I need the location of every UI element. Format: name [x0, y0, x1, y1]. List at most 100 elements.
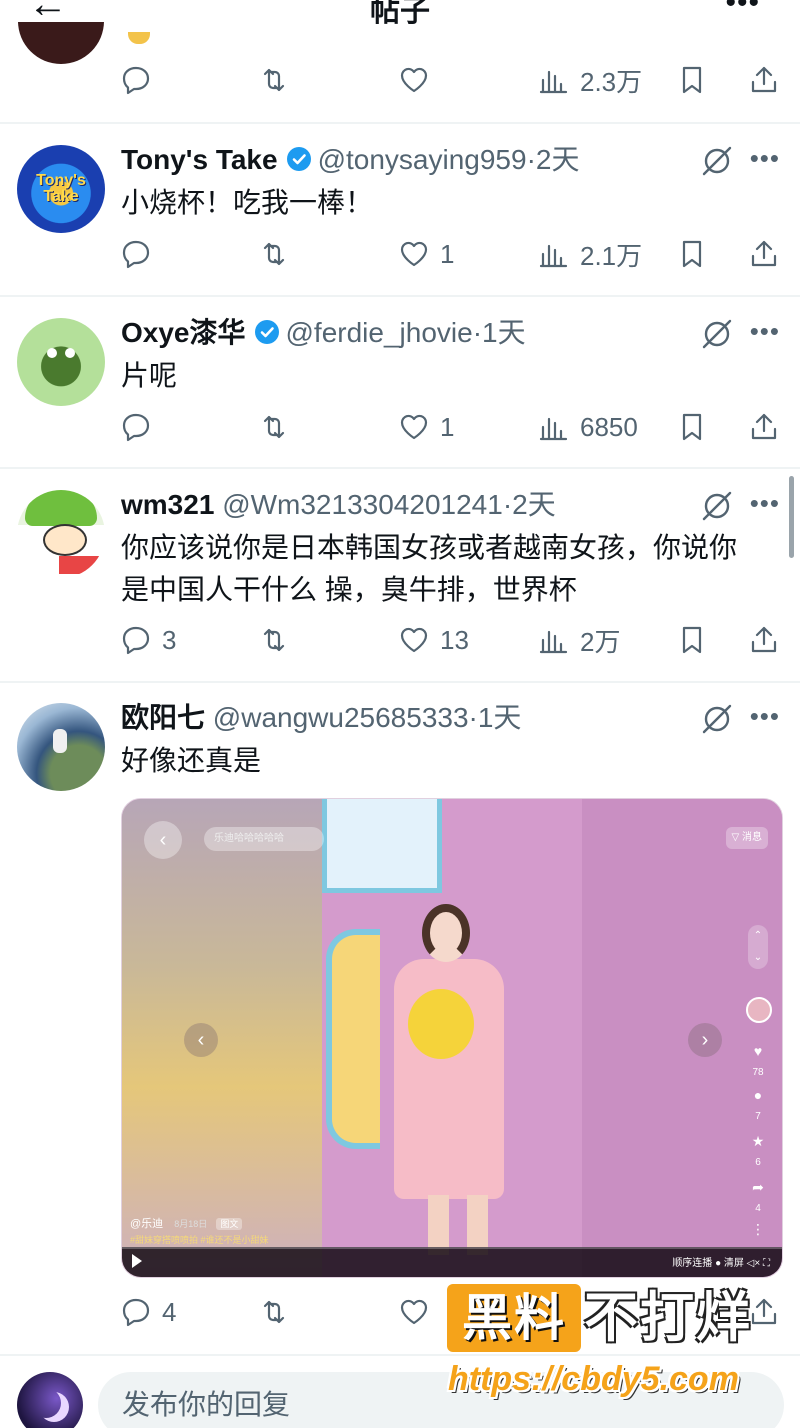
avatar[interactable]: Tony's Take: [17, 145, 105, 233]
avatar[interactable]: [18, 22, 104, 64]
grok-icon[interactable]: [700, 702, 734, 736]
heart-icon: [400, 414, 428, 440]
share-button[interactable]: [748, 1290, 780, 1334]
comment-icon[interactable]: ●: [748, 1087, 768, 1103]
retweet-button[interactable]: [258, 58, 290, 102]
star-icon[interactable]: ★: [748, 1133, 768, 1150]
heart-icon: [400, 1299, 428, 1325]
media-next-icon[interactable]: ›: [688, 1023, 722, 1057]
media-controls[interactable]: 顺序连播 ● 清屏 ◁× ⛶: [672, 1254, 770, 1269]
media-back-icon[interactable]: ‹: [144, 821, 182, 859]
share-icon: [751, 626, 777, 653]
share-button[interactable]: [748, 405, 780, 449]
avatar[interactable]: [17, 1372, 83, 1428]
forward-icon[interactable]: ➦: [748, 1179, 768, 1196]
retweet-icon: [263, 628, 285, 652]
action-row: 1 6850: [120, 405, 786, 449]
media-control-bar: 顺序连播 ● 清屏 ◁× ⛶: [122, 1247, 782, 1277]
scrollbar[interactable]: [789, 476, 794, 558]
media-progress[interactable]: [122, 1247, 782, 1249]
tweet-text: 你应该说你是日本韩国女孩或者越南女孩，你说你 是中国人干什么 操，臭牛排，世界杯: [121, 527, 786, 611]
heart-icon: [400, 241, 428, 267]
watermark-url: https://cbdy5.com: [448, 1360, 739, 1398]
like-button[interactable]: 1: [398, 232, 454, 276]
grok-icon[interactable]: [700, 144, 734, 178]
reply-button[interactable]: [120, 232, 152, 276]
share-button[interactable]: [748, 618, 780, 662]
retweet-button[interactable]: [258, 618, 290, 662]
display-name[interactable]: 欧阳七: [121, 702, 205, 733]
bookmark-button[interactable]: [676, 232, 708, 276]
views-button[interactable]: 2.1万: [538, 232, 642, 276]
share-button[interactable]: [748, 232, 780, 276]
retweet-button[interactable]: [258, 1290, 290, 1334]
media-prev-icon[interactable]: ‹: [184, 1023, 218, 1057]
bookmark-button[interactable]: [676, 58, 708, 102]
media-author: @乐迪 8月18日 图文: [130, 1215, 243, 1231]
avatar[interactable]: [17, 703, 105, 791]
media-author-avatar[interactable]: [746, 997, 772, 1023]
reply-button[interactable]: 4: [120, 1290, 176, 1334]
more-icon[interactable]: •••: [725, 0, 760, 20]
avatar[interactable]: [17, 490, 105, 578]
handle[interactable]: @tonysaying959: [318, 144, 527, 175]
grok-icon[interactable]: [700, 317, 734, 351]
retweet-icon: [263, 415, 285, 439]
tweet-text-line: 你应该说你是日本韩国女孩或者越南女孩，你说你: [121, 532, 738, 563]
retweet-icon: [263, 242, 285, 266]
handle[interactable]: @wangwu25685333: [213, 702, 469, 733]
media-tags[interactable]: #甜妹穿搭喷喷拍 #谁还不是小甜妹: [130, 1233, 269, 1246]
like-button[interactable]: 1: [398, 405, 454, 449]
retweet-button[interactable]: [258, 405, 290, 449]
views-button[interactable]: 6850: [538, 405, 638, 449]
reply-button[interactable]: [120, 58, 152, 102]
more-icon[interactable]: ⋮: [748, 1221, 768, 1238]
bookmark-button[interactable]: [676, 405, 708, 449]
views-button[interactable]: 2万: [538, 618, 620, 662]
girl-legs: [428, 1195, 488, 1255]
reply-icon: [122, 240, 150, 269]
watermark-text: 不打烊: [584, 1288, 752, 1348]
play-icon[interactable]: [132, 1254, 142, 1268]
handle[interactable]: @ferdie_jhovie: [286, 317, 473, 348]
more-icon[interactable]: •••: [750, 698, 780, 734]
grok-icon[interactable]: [700, 489, 734, 523]
share-button[interactable]: [748, 58, 780, 102]
media-search-input[interactable]: 乐迪哈哈哈哈哈: [204, 827, 324, 851]
action-row: 2.3万: [120, 58, 786, 102]
like-count: 1: [440, 411, 455, 442]
post-media[interactable]: ‹ 乐迪哈哈哈哈哈 ▽ 消息 ‹ › ⌃ ⌄ ♥ 78 ● 7 ★ 6 ➦ 4 ⋮…: [121, 798, 783, 1278]
retweet-button[interactable]: [258, 232, 290, 276]
more-icon[interactable]: •••: [750, 485, 780, 521]
moon-icon: [31, 1388, 61, 1418]
reply-button[interactable]: [120, 405, 152, 449]
like-count: 13: [440, 624, 469, 655]
action-row: 1 2.1万: [120, 232, 786, 276]
timestamp: ·1天: [472, 317, 526, 348]
like-button[interactable]: [398, 58, 430, 102]
divider: [0, 467, 800, 469]
like-button[interactable]: 13: [398, 618, 469, 662]
like-button[interactable]: [398, 1290, 430, 1334]
like-count: 1: [440, 238, 455, 269]
views-button[interactable]: 2.3万: [538, 58, 642, 102]
verified-badge-icon: [254, 320, 279, 344]
reply-icon: [122, 1298, 150, 1327]
views-count: 2.3万: [580, 66, 643, 97]
media-message-label[interactable]: ▽ 消息: [725, 827, 768, 849]
share-count: 4: [755, 1203, 761, 1214]
media-scroll-icon[interactable]: ⌃ ⌄: [748, 925, 768, 969]
share-icon: [751, 1298, 777, 1325]
bookmark-button[interactable]: [676, 618, 708, 662]
avatar[interactable]: [17, 318, 105, 406]
more-icon[interactable]: •••: [750, 313, 780, 349]
more-icon[interactable]: •••: [750, 140, 780, 176]
handle[interactable]: @Wm3213304201241: [222, 489, 503, 520]
display-name[interactable]: Tony's Take: [121, 144, 278, 175]
reply-button[interactable]: 3: [120, 618, 176, 662]
display-name[interactable]: Oxye漆华: [121, 317, 246, 348]
heart-icon[interactable]: ♥: [748, 1043, 768, 1059]
top-bar: ← 帖子 •••: [0, 0, 800, 28]
reply-icon: [122, 413, 150, 442]
display-name[interactable]: wm321: [121, 489, 214, 520]
